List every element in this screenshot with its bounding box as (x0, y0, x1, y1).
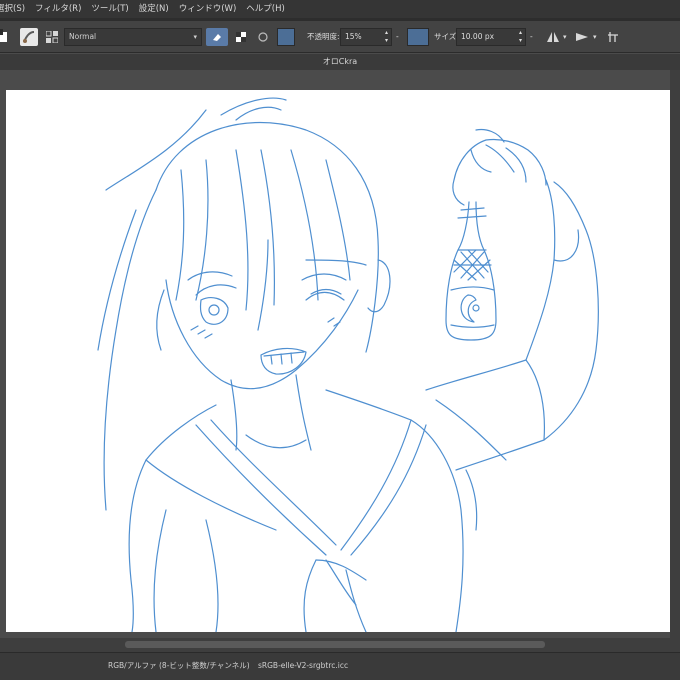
left-eye (195, 284, 237, 296)
left-brow (187, 271, 233, 281)
menu-settings[interactable]: 設定(N) (139, 0, 169, 18)
ear (367, 259, 391, 313)
sleeve (425, 359, 545, 471)
bangs (235, 149, 249, 311)
vertical-scrollbar[interactable] (670, 70, 680, 652)
collar (350, 424, 427, 556)
alpha-lock-icon[interactable] (232, 28, 250, 46)
mirror-horizontal-icon[interactable] (544, 28, 562, 46)
left-eye (199, 297, 229, 325)
mirror-vertical-icon[interactable] (573, 28, 591, 46)
collar (145, 459, 277, 531)
bangs (195, 159, 209, 301)
chevron-down-icon: ▾ (193, 33, 197, 41)
color-space-info: RGB/アルファ (8-ビット整数/チャンネル) (108, 661, 250, 670)
document-title: オロCkra (322, 57, 358, 66)
bottle-label (453, 249, 491, 281)
body (153, 509, 167, 632)
left-eye (208, 304, 220, 316)
face-outline (156, 289, 165, 351)
chevron-down-icon[interactable]: ▾ (563, 28, 567, 46)
hair-outline (155, 121, 379, 353)
tie (325, 559, 357, 606)
tie (303, 559, 317, 632)
canvas-paper[interactable] (6, 90, 670, 632)
bottle-highlight (472, 304, 480, 312)
arm (525, 179, 556, 361)
arm (543, 181, 599, 441)
canvas-area[interactable] (0, 70, 680, 652)
menu-select[interactable]: 選択(S) (0, 0, 25, 18)
hair-strand (235, 106, 282, 121)
sleeve (465, 469, 478, 531)
opacity-value: 15% (345, 32, 362, 41)
horizontal-scroll-thumb[interactable] (125, 641, 545, 648)
neck (295, 374, 312, 451)
right-eye-wink (310, 288, 342, 295)
menu-bar: 選択(S) フィルタ(R) ツール(T) 設定(N) ウィンドウ(W) ヘルプ(H) (0, 0, 680, 18)
tool-options-bar: Normal ▾ 不透明度: 15% ▴ ▾ - サイズ: 10.00 px ▴ ▾… (0, 21, 680, 53)
bangs (290, 149, 319, 301)
spin-arrows-icon: ▴ ▾ (518, 29, 522, 44)
body (410, 419, 464, 632)
arm (553, 229, 580, 262)
menu-tools[interactable]: ツール(T) (91, 0, 128, 18)
wrap-around-icon[interactable] (604, 28, 622, 46)
bangs (257, 239, 269, 331)
hand (452, 179, 465, 206)
tie (315, 559, 367, 581)
collar (210, 419, 337, 546)
chevron-down-icon[interactable]: ▾ (593, 28, 597, 46)
hand (485, 144, 515, 173)
bangs (260, 149, 276, 306)
hand (470, 149, 492, 173)
spin-arrows-icon: ▴ ▾ (384, 29, 388, 44)
mouth (263, 351, 305, 365)
eraser-mode-icon[interactable] (206, 28, 228, 46)
opacity-label: 不透明度: (307, 32, 340, 41)
blend-mode-value: Normal (69, 32, 97, 41)
opacity-spinbox[interactable]: 15% ▴ ▾ (340, 28, 392, 46)
right-brow (301, 273, 347, 281)
brush-preset-icon[interactable] (20, 28, 38, 46)
blush (190, 325, 213, 339)
neck (230, 379, 238, 451)
bangs (175, 169, 185, 301)
bottle (457, 207, 487, 219)
collar (145, 404, 217, 461)
moon-icon (460, 294, 477, 323)
document-title-bar: オロCkra (0, 54, 680, 70)
pattern-grid-icon[interactable] (43, 28, 61, 46)
face-outline (165, 279, 359, 390)
reload-preset-icon[interactable] (254, 28, 272, 46)
size-dash: - (530, 32, 533, 41)
status-bar: RGB/アルファ (8-ビット整数/チャンネル) sRGB-elle-V2-sr… (0, 652, 680, 680)
collar (195, 424, 327, 556)
size-spinbox[interactable]: 10.00 px ▴ ▾ (456, 28, 526, 46)
body (205, 519, 219, 632)
color-profile-info: sRGB-elle-V2-srgbtrc.icc (258, 661, 349, 670)
size-color-swatch[interactable] (407, 28, 429, 46)
bangs (325, 159, 351, 281)
opacity-dash: - (396, 32, 399, 41)
collar (325, 389, 412, 421)
menu-window[interactable]: ウィンドウ(W) (179, 0, 237, 18)
hand (453, 138, 547, 186)
blend-mode-select[interactable]: Normal ▾ (64, 28, 202, 46)
neck (245, 434, 307, 449)
hair-strand (105, 109, 207, 191)
foreground-color-swatch[interactable] (277, 28, 295, 46)
hair-strand (220, 97, 287, 116)
menu-filter[interactable]: フィルタ(R) (35, 0, 81, 18)
horizontal-scrollbar[interactable] (0, 638, 670, 652)
tie (345, 569, 367, 632)
menu-help[interactable]: ヘルプ(H) (246, 0, 285, 18)
color-swap-icon[interactable] (0, 28, 10, 46)
sketch-drawing (97, 97, 599, 632)
shoulder (128, 459, 147, 632)
hair-outline (97, 209, 137, 351)
size-value: 10.00 px (461, 32, 495, 41)
sleeve (435, 399, 507, 461)
